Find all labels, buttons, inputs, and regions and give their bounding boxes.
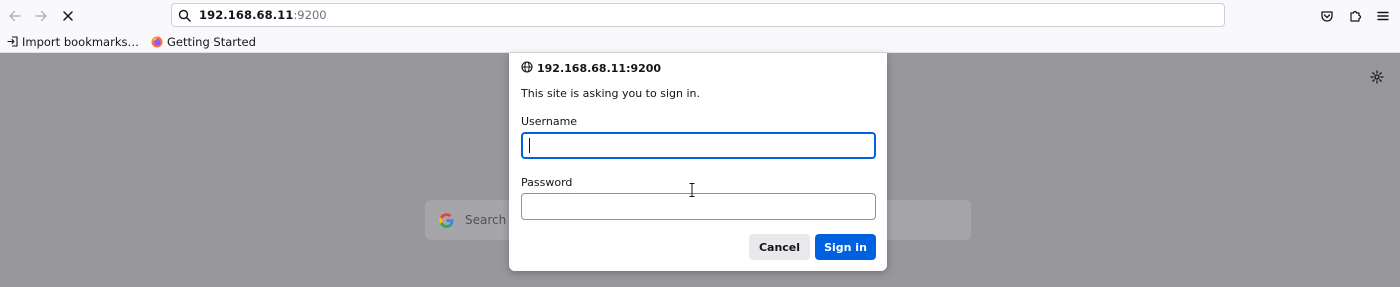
bookmark-label: Getting Started bbox=[166, 34, 256, 49]
url-bar[interactable]: 192.168.68.11 :9200 bbox=[171, 3, 1225, 27]
bookmark-getting-started[interactable]: Getting Started bbox=[151, 35, 256, 49]
sign-in-button[interactable]: Sign in bbox=[815, 234, 876, 260]
toolbar-right-icons bbox=[1316, 4, 1394, 28]
dialog-header: 192.168.68.11:9200 bbox=[521, 60, 662, 76]
ibeam-cursor-icon bbox=[689, 183, 695, 197]
gear-icon[interactable] bbox=[1370, 69, 1384, 84]
forward-button[interactable] bbox=[29, 4, 53, 28]
forward-arrow-icon bbox=[35, 10, 47, 22]
back-arrow-icon bbox=[9, 10, 21, 22]
bookmark-label: Import bookmarks… bbox=[22, 34, 139, 49]
auth-dialog: 192.168.68.11:9200 This site is asking y… bbox=[509, 53, 887, 271]
import-icon bbox=[6, 36, 18, 48]
dialog-origin: 192.168.68.11:9200 bbox=[537, 61, 662, 75]
bookmark-import[interactable]: Import bookmarks… bbox=[6, 35, 139, 49]
globe-icon bbox=[521, 60, 533, 76]
dialog-message: This site is asking you to sign in. bbox=[521, 87, 700, 100]
browser-toolbar: 192.168.68.11 :9200 bbox=[0, 0, 1400, 31]
search-icon bbox=[178, 9, 191, 22]
cancel-button[interactable]: Cancel bbox=[749, 234, 810, 260]
google-logo-icon bbox=[438, 212, 454, 228]
password-field[interactable] bbox=[521, 193, 876, 220]
stop-loading-icon bbox=[63, 11, 73, 21]
hamburger-menu-icon[interactable] bbox=[1372, 5, 1394, 27]
username-label: Username bbox=[521, 115, 578, 128]
url-port: :9200 bbox=[293, 8, 327, 22]
pocket-icon[interactable] bbox=[1316, 5, 1338, 27]
password-label: Password bbox=[521, 176, 573, 189]
url-host: 192.168.68.11 bbox=[199, 8, 294, 22]
bookmarks-toolbar: Import bookmarks… Getting Started bbox=[0, 31, 1400, 53]
username-field[interactable] bbox=[521, 132, 876, 159]
extensions-icon[interactable] bbox=[1344, 5, 1366, 27]
text-caret bbox=[529, 138, 530, 153]
back-button[interactable] bbox=[3, 4, 27, 28]
stop-button[interactable] bbox=[56, 4, 80, 28]
firefox-icon bbox=[151, 36, 163, 48]
